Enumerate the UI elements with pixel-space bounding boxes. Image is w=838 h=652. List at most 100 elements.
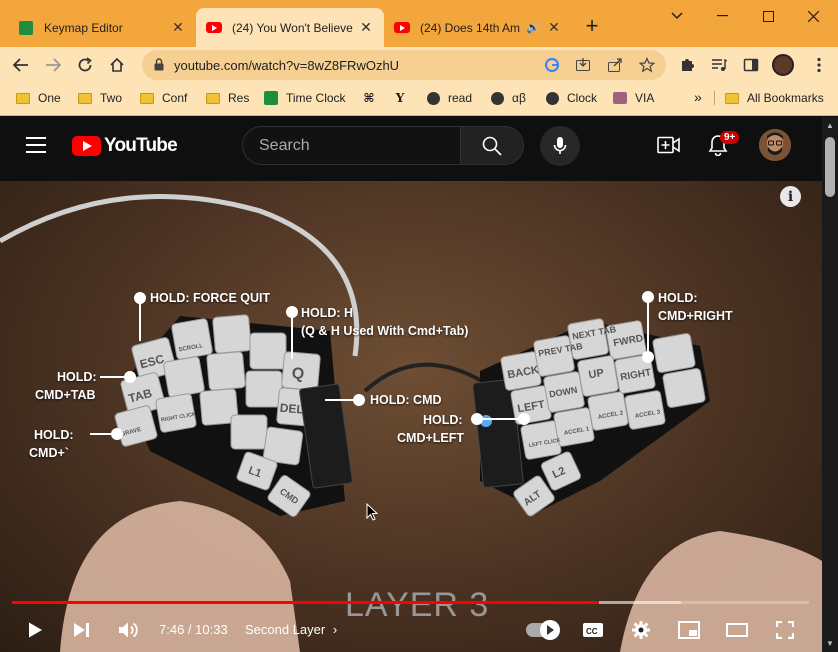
tab-title: (24) You Won't Believe [232,20,353,35]
new-tab-button[interactable]: + [578,12,606,40]
svg-text:CC: CC [586,627,598,636]
search-input[interactable] [243,127,461,164]
folder-icon [140,91,154,105]
keyboard-video-frame: ESC TAB GRAVE SCROLL RIGHT CLICK Q DEL L… [0,193,822,652]
tab-title: (24) Does 14th Am [420,20,521,35]
bookmark-time-clock[interactable]: Time Clock [264,91,346,105]
home-icon[interactable] [104,52,130,78]
youtube-icon [394,20,410,36]
annotation-hold-h-sub: (Q & H Used With Cmd+Tab) [301,324,469,338]
minimize-icon[interactable] [706,4,738,28]
theater-mode-icon[interactable] [724,617,750,643]
kebab-menu-icon[interactable] [806,52,832,78]
tab-youtube-2[interactable]: (24) Does 14th Am 🔊 ✕ [384,8,572,47]
bookmark-conf[interactable]: Conf [140,91,187,105]
hamburger-menu-icon[interactable] [26,137,46,153]
miniplayer-icon[interactable] [676,617,702,643]
y-icon: Y [395,91,405,105]
subtitles-cc-icon[interactable]: CC [580,617,606,643]
left-keyboard-half: ESC TAB GRAVE SCROLL RIGHT CLICK Q DEL L… [114,314,353,517]
autoplay-toggle[interactable] [526,620,560,640]
bookmark-clock[interactable]: Clock [545,91,597,105]
volume-icon[interactable] [116,617,142,643]
globe-icon [545,91,559,105]
chevron-right-icon: › [332,622,338,637]
folder-icon [725,91,739,105]
bookmark-two[interactable]: Two [78,91,122,105]
maximize-icon[interactable] [752,4,784,28]
time-display: 7:46 / 10:33 [159,622,228,637]
timeclock-icon [264,91,278,105]
bookmark-alpha-beta[interactable]: αβ [490,91,526,105]
annotation-cmd-grave-1: HOLD: [34,428,74,442]
tab-search-chevron-icon[interactable] [661,4,693,28]
annotation-cmd-grave-2: CMD+` [29,446,69,460]
share-icon[interactable] [605,55,625,75]
folder-icon [78,91,92,105]
close-icon[interactable]: ✕ [170,19,186,36]
bookmark-res[interactable]: Res [206,91,249,105]
fullscreen-icon[interactable] [772,617,798,643]
close-icon[interactable]: ✕ [358,19,374,36]
extensions-puzzle-icon[interactable] [674,52,700,78]
search-box[interactable] [242,126,461,165]
bookmark-command[interactable]: ⌘ [362,91,384,105]
player-controls: 7:46 / 10:33 Second Layer › CC [0,611,822,647]
settings-gear-icon[interactable] [628,617,654,643]
microphone-icon [553,137,567,154]
video-player[interactable]: ESC TAB GRAVE SCROLL RIGHT CLICK Q DEL L… [0,181,822,652]
page-scrollbar[interactable]: ▲ ▼ [822,117,838,652]
youtube-masthead: YouTube 9+ [0,117,822,173]
tab-strip: Keymap Editor ✕ (24) You Won't Believe ✕… [0,0,838,47]
lock-icon[interactable] [154,58,164,76]
tab-title: Keymap Editor [44,20,123,35]
info-icon[interactable]: i [780,186,801,207]
create-video-icon[interactable] [657,133,681,157]
google-icon[interactable] [542,55,562,75]
close-icon[interactable]: ✕ [546,19,562,36]
youtube-logo[interactable]: YouTube [72,135,178,157]
all-bookmarks-button[interactable]: All Bookmarks [714,91,824,105]
via-icon [613,91,627,105]
voice-search-button[interactable] [540,126,580,166]
bookmark-one[interactable]: One [16,91,61,105]
url-text[interactable]: youtube.com/watch?v=8wZ8FRwOzhU [174,58,399,73]
scroll-up-arrow-icon[interactable]: ▲ [826,121,834,130]
browser-toolbar: youtube.com/watch?v=8wZ8FRwOzhU [0,47,838,83]
scrollbar-thumb[interactable] [825,137,835,197]
progress-bar[interactable] [12,601,809,604]
address-bar[interactable]: youtube.com/watch?v=8wZ8FRwOzhU [142,50,666,80]
bookmark-via[interactable]: VIA [613,91,654,105]
bookmark-y[interactable]: Y [393,91,415,105]
forward-arrow-icon[interactable] [40,52,66,78]
annotation-force-quit: HOLD: FORCE QUIT [150,291,271,305]
bookmark-star-icon[interactable] [637,55,657,75]
key-q-label: Q [291,365,305,383]
search-icon [482,136,502,156]
chapter-title[interactable]: Second Layer › [245,622,337,637]
annotation-cmd-right-2: CMD+RIGHT [658,309,733,323]
reload-icon[interactable] [72,52,98,78]
play-icon[interactable] [22,617,48,643]
trrs-cable [363,362,492,393]
folder-icon [206,91,220,105]
speaker-icon[interactable]: 🔊 [526,21,540,34]
profile-avatar-icon[interactable] [770,52,796,78]
tab-keymap-editor[interactable]: Keymap Editor ✕ [8,8,196,47]
search-button[interactable] [460,126,524,165]
tab-youtube-active[interactable]: (24) You Won't Believe ✕ [196,8,384,47]
media-control-icon[interactable] [706,52,732,78]
side-panel-icon[interactable] [738,52,764,78]
window-close-icon[interactable] [797,4,829,28]
next-video-icon[interactable] [69,617,95,643]
key-del-label: DEL [279,401,304,417]
scroll-down-arrow-icon[interactable]: ▼ [826,639,834,648]
bookmarks-overflow-chevron[interactable]: » [694,89,702,105]
install-app-icon[interactable] [573,55,593,75]
back-arrow-icon[interactable] [8,52,34,78]
played-fill [12,601,600,604]
account-avatar[interactable] [759,129,791,161]
annotation-cmd-tab-1: HOLD: [57,370,97,384]
folder-icon [16,91,30,105]
bookmark-read[interactable]: read [426,91,472,105]
